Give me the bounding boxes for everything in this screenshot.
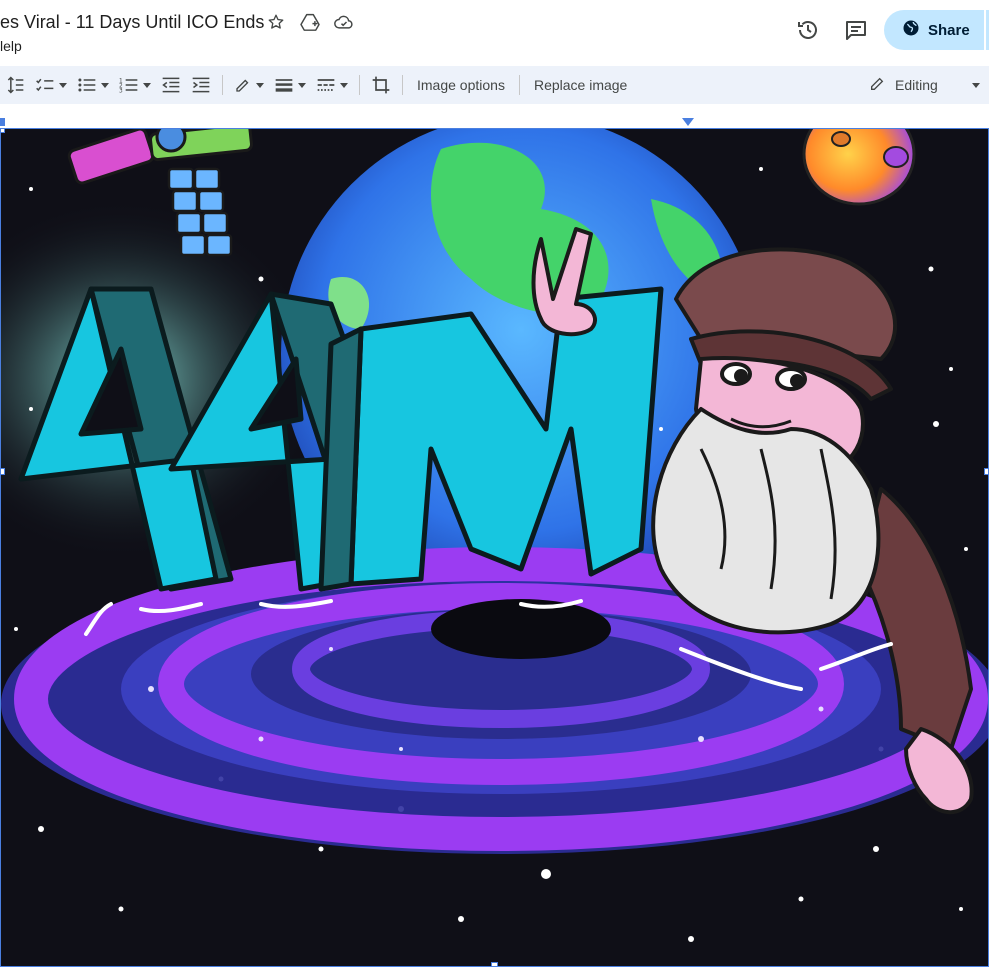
resize-handle-mid-right[interactable] bbox=[984, 468, 988, 475]
title-bar: es Viral - 11 Days Until ICO Ends lelp S… bbox=[0, 0, 989, 64]
resize-handle-bottom-mid[interactable] bbox=[491, 962, 498, 966]
bulleted-list-icon[interactable] bbox=[72, 71, 114, 99]
replace-image-button[interactable]: Replace image bbox=[526, 77, 635, 93]
title-actions bbox=[266, 12, 354, 32]
chevron-down-icon[interactable] bbox=[101, 82, 109, 88]
increase-indent-icon[interactable] bbox=[186, 71, 216, 99]
numbered-list-icon[interactable]: 123 bbox=[114, 71, 156, 99]
chevron-down-icon bbox=[971, 82, 980, 88]
decrease-indent-icon[interactable] bbox=[156, 71, 186, 99]
chevron-down-icon[interactable] bbox=[340, 82, 348, 88]
chevron-down-icon[interactable] bbox=[256, 82, 264, 88]
checklist-icon[interactable] bbox=[30, 71, 72, 99]
toolbar-divider bbox=[359, 75, 360, 95]
right-indent-marker[interactable] bbox=[682, 118, 694, 126]
version-history-icon[interactable] bbox=[788, 10, 828, 50]
cloud-status-icon[interactable] bbox=[334, 12, 354, 32]
header-actions: Share bbox=[788, 10, 989, 50]
editing-mode-label: Editing bbox=[895, 77, 938, 93]
editing-mode-dropdown[interactable]: Editing bbox=[869, 66, 989, 104]
selected-image[interactable] bbox=[0, 128, 989, 967]
formatting-toolbar: 123 Image options Replace image Editing bbox=[0, 66, 989, 104]
toolbar-divider bbox=[518, 75, 520, 95]
star-icon[interactable] bbox=[266, 12, 286, 32]
image-options-button[interactable]: Image options bbox=[409, 77, 513, 93]
border-color-icon[interactable] bbox=[229, 71, 269, 99]
line-spacing-icon[interactable] bbox=[0, 71, 30, 99]
ruler bbox=[0, 104, 989, 128]
chevron-down-icon[interactable] bbox=[59, 82, 67, 88]
border-dash-icon[interactable] bbox=[311, 71, 353, 99]
toolbar-divider bbox=[222, 75, 223, 95]
resize-handle-top-left[interactable] bbox=[1, 129, 5, 133]
pencil-icon bbox=[869, 76, 885, 95]
menu-item-help[interactable]: lelp bbox=[0, 38, 22, 54]
left-indent-marker[interactable] bbox=[0, 118, 5, 126]
chevron-down-icon[interactable] bbox=[298, 82, 306, 88]
svg-text:3: 3 bbox=[119, 89, 123, 95]
share-button[interactable]: Share bbox=[884, 10, 984, 50]
share-label: Share bbox=[928, 21, 970, 39]
chevron-down-icon[interactable] bbox=[143, 82, 151, 88]
resize-handle-mid-left[interactable] bbox=[1, 468, 5, 475]
toolbar-divider bbox=[402, 75, 403, 95]
move-to-drive-icon[interactable] bbox=[300, 12, 320, 32]
border-weight-icon[interactable] bbox=[269, 71, 311, 99]
illustration bbox=[1, 129, 988, 966]
comments-icon[interactable] bbox=[836, 10, 876, 50]
document-title[interactable]: es Viral - 11 Days Until ICO Ends bbox=[0, 12, 264, 33]
globe-icon bbox=[902, 19, 920, 41]
crop-icon[interactable] bbox=[366, 71, 396, 99]
